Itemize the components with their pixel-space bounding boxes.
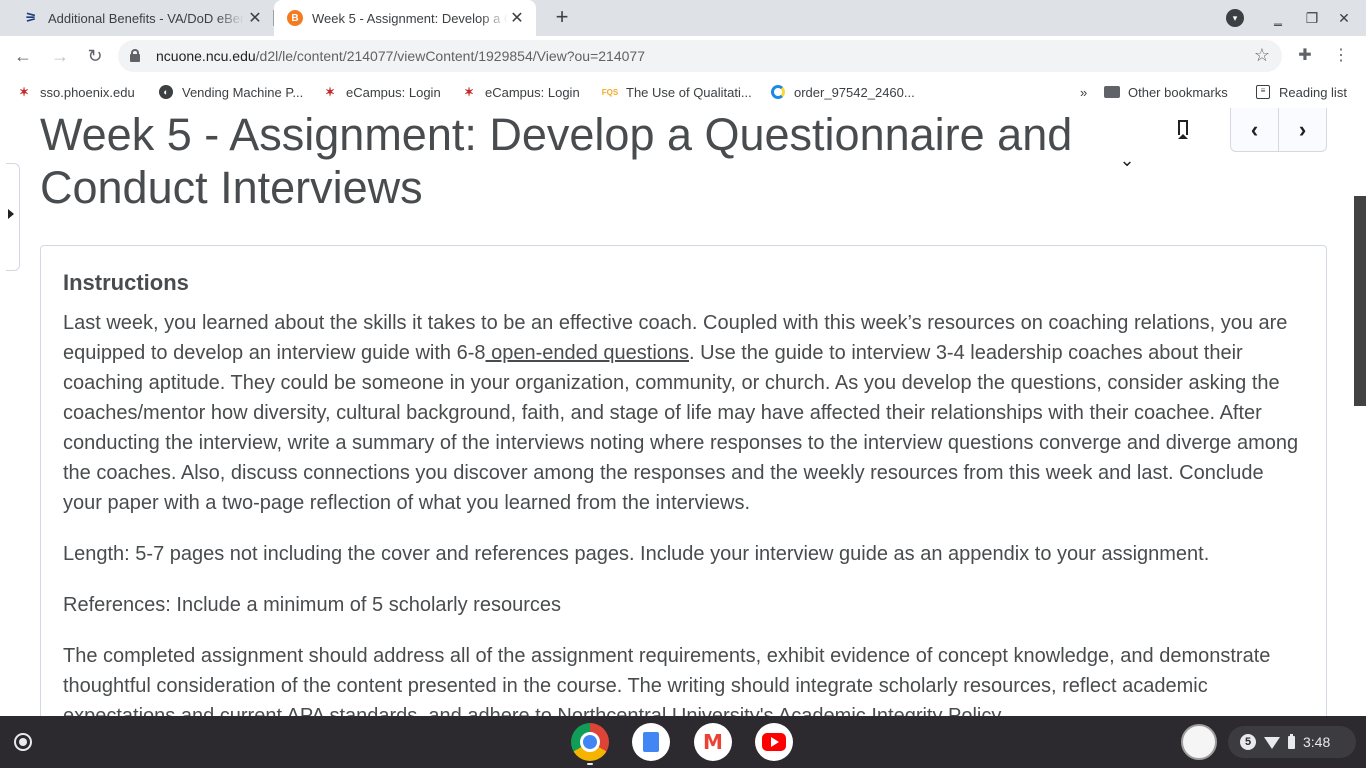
tab-search-icon[interactable]: ▾	[1226, 9, 1244, 27]
tab-title: Additional Benefits - VA/DoD eBenefits	[48, 10, 244, 26]
launcher-icon[interactable]	[14, 733, 32, 751]
bookmark-vending-machine[interactable]: ◐ Vending Machine P...	[158, 83, 303, 101]
reading-list-icon: ≡	[1255, 84, 1271, 100]
tab-strip: ⚞ Additional Benefits - VA/DoD eBenefits…	[0, 0, 1366, 36]
tab-week5-assignment[interactable]: B Week 5 - Assignment: Develop a Questio…	[274, 0, 536, 36]
url-text[interactable]: ncuone.ncu.edu/d2l/le/content/214077/vie…	[156, 48, 645, 64]
battery-icon	[1288, 733, 1295, 749]
phone-hub-icon[interactable]	[1181, 724, 1217, 760]
folder-icon	[1104, 84, 1120, 100]
fqs-icon: FQS	[601, 87, 619, 97]
google-docs-icon[interactable]	[632, 723, 670, 761]
bookmark-ecampus-login-1[interactable]: ✶ eCampus: Login	[322, 83, 441, 101]
page-title: Week 5 - Assignment: Develop a Questionn…	[40, 109, 1073, 213]
brightspace-icon: B	[286, 9, 304, 27]
instructions-card: Instructions Last week, you learned abou…	[40, 245, 1327, 716]
bookmarks-overflow-button[interactable]: »	[1080, 83, 1087, 101]
new-tab-button[interactable]: +	[550, 6, 574, 30]
bookmark-icon[interactable]	[1176, 118, 1190, 139]
va-icon: ⚞	[25, 10, 37, 25]
topic-pager: ‹ ›	[1230, 108, 1327, 152]
minimize-icon[interactable]: ‗	[1268, 8, 1288, 28]
forward-icon[interactable]: →	[49, 45, 71, 67]
other-bookmarks-folder[interactable]: Other bookmarks	[1104, 83, 1228, 101]
youtube-icon[interactable]	[755, 723, 793, 761]
chevron-right-icon	[8, 209, 14, 219]
phoenix-icon: ✶	[324, 85, 336, 99]
menu-icon[interactable]: ⋮	[1330, 45, 1352, 67]
table-of-contents-toggle[interactable]	[6, 163, 20, 271]
browser-toolbar: ← → ↻ ncuone.ncu.edu/d2l/le/content/2140…	[0, 36, 1366, 76]
wifi-icon	[1264, 737, 1280, 749]
clock-time: 3:48	[1303, 734, 1331, 750]
close-icon[interactable]: ✕	[246, 9, 264, 27]
address-bar[interactable]: ncuone.ncu.edu/d2l/le/content/214077/vie…	[118, 40, 1282, 72]
bookmark-sso-phoenix[interactable]: ✶ sso.phoenix.edu	[16, 83, 135, 101]
globe-icon: ◐	[158, 84, 174, 100]
instructions-heading: Instructions	[63, 270, 189, 295]
phoenix-icon: ✶	[463, 85, 475, 99]
status-tray[interactable]: 5 3:48	[1228, 726, 1356, 758]
gmail-icon[interactable]: M	[694, 723, 732, 761]
close-window-icon[interactable]: ✕	[1334, 8, 1354, 28]
completion-paragraph: The completed assignment should address …	[63, 645, 1271, 716]
scrollbar-thumb[interactable]	[1354, 196, 1366, 406]
reading-list-button[interactable]: ≡ Reading list	[1255, 83, 1347, 101]
instructions-paragraph-1: Last week, you learned about the skills …	[63, 312, 1299, 514]
bookmark-use-of-qualitative[interactable]: FQS The Use of Qualitati...	[602, 83, 752, 101]
length-paragraph: Length: 5-7 pages not including the cove…	[63, 543, 1210, 565]
notification-count-badge[interactable]: 5	[1240, 734, 1256, 750]
star-icon[interactable]: ☆	[1254, 45, 1270, 66]
references-paragraph: References: Include a minimum of 5 schol…	[63, 594, 561, 616]
restore-icon[interactable]: ❐	[1302, 8, 1322, 28]
tab-title: Week 5 - Assignment: Develop a Questionn…	[312, 10, 508, 26]
lock-icon[interactable]	[130, 49, 140, 62]
back-icon[interactable]: ←	[12, 45, 34, 67]
chrome-icon[interactable]	[571, 723, 609, 761]
close-icon[interactable]: ✕	[508, 9, 526, 27]
extensions-icon[interactable]: ✚	[1294, 45, 1316, 67]
chevron-down-icon[interactable]: ⌄	[1116, 150, 1138, 170]
tab-va-benefits[interactable]: ⚞ Additional Benefits - VA/DoD eBenefits…	[10, 0, 274, 36]
order-icon	[770, 84, 786, 100]
previous-topic-button[interactable]: ‹	[1231, 108, 1278, 151]
bookmarks-bar: ✶ sso.phoenix.edu ◐ Vending Machine P...…	[0, 76, 1366, 108]
bookmark-order[interactable]: order_97542_2460...	[770, 83, 915, 101]
open-ended-questions-link[interactable]: open-ended questions	[486, 342, 689, 364]
phoenix-icon: ✶	[18, 85, 30, 99]
os-shelf: M 5 3:48	[0, 716, 1366, 768]
bookmark-ecampus-login-2[interactable]: ✶ eCampus: Login	[461, 83, 580, 101]
next-topic-button[interactable]: ›	[1278, 108, 1326, 151]
page-content: Week 5 - Assignment: Develop a Questionn…	[0, 108, 1366, 716]
reload-icon[interactable]: ↻	[84, 45, 106, 67]
active-app-indicator	[587, 763, 593, 765]
